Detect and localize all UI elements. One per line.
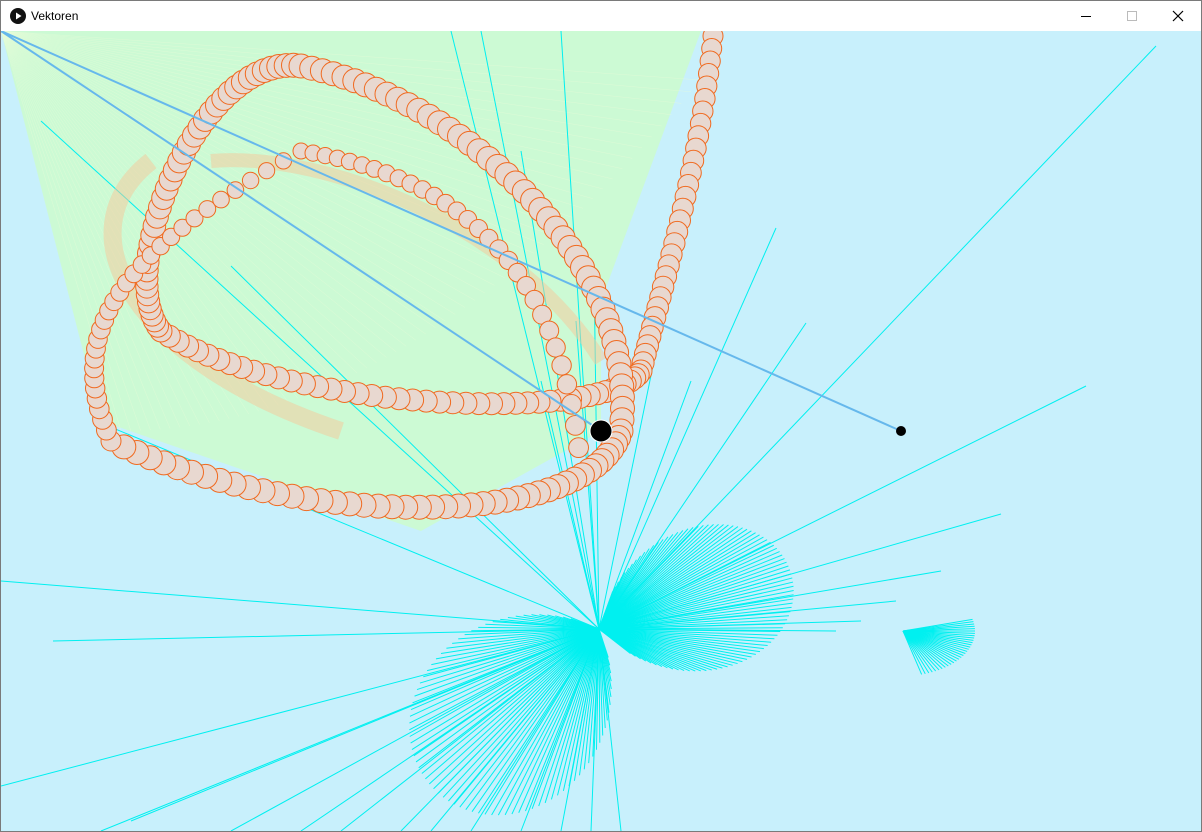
drag-handle-large[interactable] [589,419,613,443]
title-bar[interactable]: Vektoren [1,1,1201,31]
close-button[interactable] [1155,1,1201,31]
trail-circle [258,162,276,180]
trail-circle [539,320,560,341]
app-window: Vektoren [0,0,1202,832]
window-title: Vektoren [31,9,79,23]
trail-circle [241,171,260,190]
maximize-icon [1127,11,1137,21]
trail-circle [568,437,589,459]
trail-circle [212,190,230,209]
trail-circle [556,374,578,395]
close-icon [1172,10,1184,22]
minimize-icon [1081,16,1091,17]
play-icon [10,8,26,24]
trail-circle [545,337,566,358]
trail-circle [551,355,572,376]
maximize-button[interactable] [1109,1,1155,31]
vector-scene[interactable] [1,31,1201,831]
drag-handle-small[interactable] [896,426,906,436]
drawing-canvas[interactable] [1,31,1201,831]
minimize-button[interactable] [1063,1,1109,31]
trail-circle [274,152,292,170]
